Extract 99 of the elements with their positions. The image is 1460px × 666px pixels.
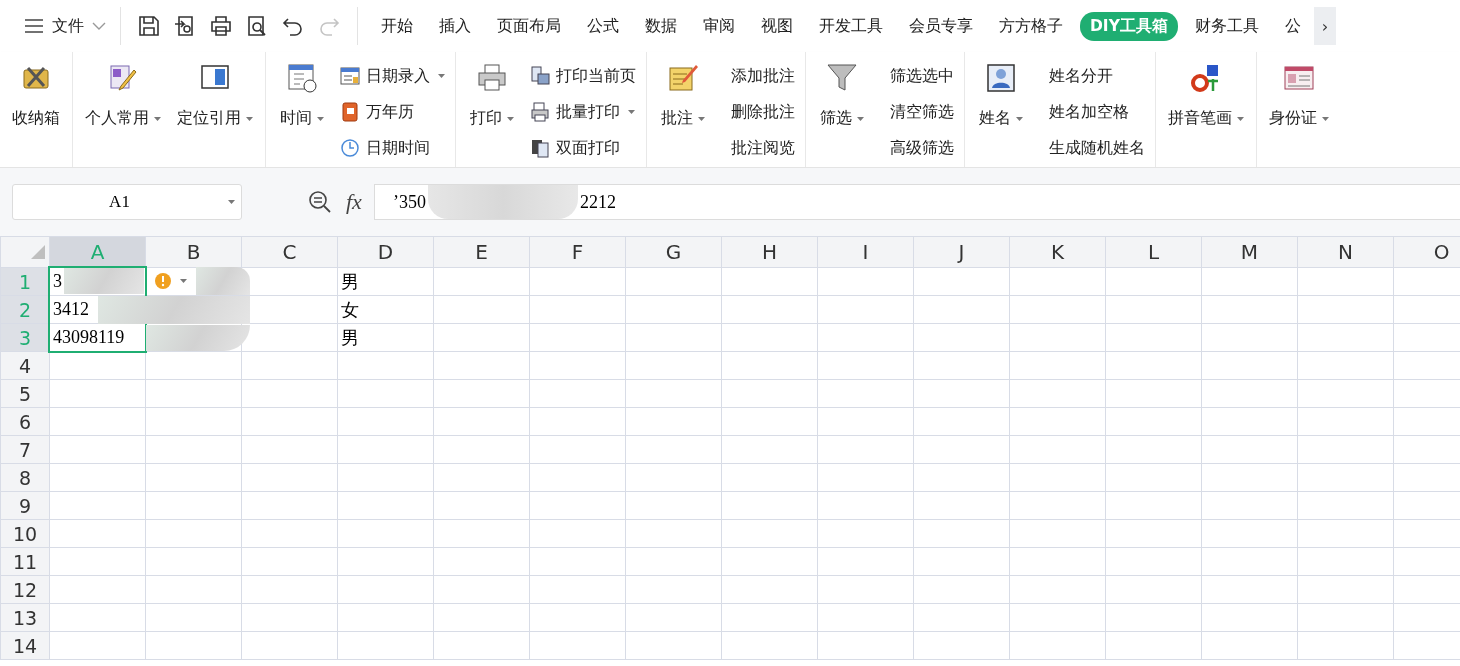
undo-icon[interactable] [282, 15, 304, 37]
column-header[interactable]: J [913, 236, 1010, 268]
ribbon-tab[interactable]: 方方格子 [986, 11, 1076, 41]
ribbon-button[interactable]: 收纳箱 [6, 60, 66, 131]
ribbon-button[interactable]: 身份证 [1263, 60, 1335, 131]
save-icon[interactable] [138, 15, 160, 37]
column-header[interactable]: E [433, 236, 530, 268]
row-header[interactable]: 9 [0, 491, 50, 520]
column-header[interactable]: O [1393, 236, 1460, 268]
ribbon-button[interactable]: 拼音笔画 [1162, 60, 1250, 131]
ribbon-tab[interactable]: 插入 [426, 11, 484, 41]
column-header[interactable]: G [625, 236, 722, 268]
ribbon-tab[interactable]: 会员专享 [896, 11, 986, 41]
scroll-right-button[interactable]: › [1313, 7, 1336, 45]
ribbon-button[interactable]: 万年历 [336, 98, 449, 126]
ribbon-tab[interactable]: 审阅 [690, 11, 748, 41]
formula-input[interactable]: ’350 2212 [373, 184, 1460, 220]
ribbon-button[interactable]: 批注 [653, 60, 713, 131]
ribbon-tab[interactable]: 视图 [748, 11, 806, 41]
row-header[interactable]: 13 [0, 603, 50, 632]
ribbon-button[interactable]: 生成随机姓名 [1035, 134, 1149, 162]
printer-icon [476, 62, 508, 94]
ribbon-button[interactable]: 打印 [462, 60, 522, 131]
print-preview-icon[interactable] [246, 15, 268, 37]
ribbon-button[interactable]: 批量打印 [526, 98, 640, 126]
ribbon-button[interactable]: 定位引用 [171, 60, 259, 131]
caret-icon [180, 279, 187, 283]
column-header[interactable]: K [1009, 236, 1106, 268]
duplex-print-icon [530, 138, 550, 158]
column-header[interactable]: M [1201, 236, 1298, 268]
column-header[interactable]: F [529, 236, 626, 268]
column-header[interactable]: L [1105, 236, 1202, 268]
ribbon-button[interactable]: 筛选选中 [876, 62, 958, 90]
print-icon[interactable] [210, 15, 232, 37]
ribbon-button[interactable]: 筛选 [812, 60, 872, 131]
column-header[interactable]: B [145, 236, 242, 268]
calendar-book-icon [340, 102, 360, 122]
row-header[interactable]: 6 [0, 407, 50, 436]
ribbon-button[interactable]: 日期录入 [336, 62, 449, 90]
ribbon-button[interactable]: 日期时间 [336, 134, 449, 162]
row-header[interactable]: 4 [0, 351, 50, 380]
row-header[interactable]: 8 [0, 463, 50, 492]
ribbon-tab[interactable]: 开发工具 [806, 11, 896, 41]
ribbon-button[interactable]: 姓名加空格 [1035, 98, 1149, 126]
ribbon-button[interactable]: 双面打印 [526, 134, 640, 162]
column-header[interactable]: N [1297, 236, 1394, 268]
ribbon-button[interactable]: 个人常用 [79, 60, 167, 131]
formula-text: ’350 [392, 191, 426, 213]
clock-icon [340, 138, 360, 158]
name-box-value: A1 [108, 192, 131, 212]
ribbon-tab[interactable]: 页面布局 [484, 11, 574, 41]
row-header[interactable]: 7 [0, 435, 50, 464]
column-header[interactable]: I [817, 236, 914, 268]
ribbon-button[interactable]: 姓名 [971, 60, 1031, 131]
ribbon-tab[interactable]: 财务工具 [1181, 11, 1272, 41]
caret-icon [228, 200, 235, 204]
ribbon-button[interactable]: 删除批注 [717, 98, 799, 126]
cell-text: 43098119 [53, 327, 125, 348]
form-calendar-icon [340, 66, 360, 86]
ribbon-button[interactable]: 姓名分开 [1035, 62, 1149, 90]
ribbon-button[interactable]: 打印当前页 [526, 62, 640, 90]
document-pencil-icon [107, 62, 139, 94]
calendar-clock-icon [286, 62, 318, 94]
note-pencil-icon [667, 62, 699, 94]
cell-text: 男 [341, 270, 359, 294]
row-header[interactable]: 10 [0, 519, 50, 548]
row-header[interactable]: 11 [0, 547, 50, 576]
ribbon-button[interactable]: 高级筛选 [876, 134, 958, 162]
ribbon-tab[interactable]: 公式 [574, 11, 632, 41]
column-header[interactable]: H [721, 236, 818, 268]
ribbon-button[interactable]: 批注阅览 [717, 134, 799, 162]
menu-icon[interactable] [24, 19, 44, 33]
chevron-down-icon[interactable] [92, 22, 106, 30]
row-header[interactable]: 12 [0, 575, 50, 604]
ribbon-tab[interactable]: 开始 [368, 11, 426, 41]
printer-pages-icon [530, 66, 550, 86]
ribbon-button[interactable]: 添加批注 [717, 62, 799, 90]
cell-text: 男 [341, 326, 359, 350]
file-menu[interactable]: 文件 [20, 11, 110, 41]
ribbon-tab[interactable]: 数据 [632, 11, 690, 41]
name-box[interactable]: A1 [12, 184, 242, 220]
printer-stack-icon [530, 102, 550, 122]
row-header[interactable]: 5 [0, 379, 50, 408]
function-button[interactable]: fx [346, 189, 362, 215]
document-link-icon[interactable] [174, 15, 196, 37]
error-check-button[interactable] [154, 272, 187, 290]
ribbon-button[interactable]: 时间 [272, 60, 332, 131]
formula-text: 2212 [579, 191, 616, 213]
row-header[interactable]: 14 [0, 631, 50, 660]
cell-text: 3412 [53, 299, 89, 320]
ribbon-tab[interactable]: 公 [1271, 11, 1314, 41]
person-card-icon [985, 62, 1017, 94]
cell-text: 女 [341, 298, 359, 322]
ribbon-button[interactable]: 清空筛选 [876, 98, 958, 126]
column-header[interactable]: D [337, 236, 434, 268]
column-header[interactable]: C [241, 236, 338, 268]
funnel-icon [826, 62, 858, 94]
cell-text: 3 [53, 271, 62, 292]
zoom-out-icon[interactable] [308, 190, 332, 214]
